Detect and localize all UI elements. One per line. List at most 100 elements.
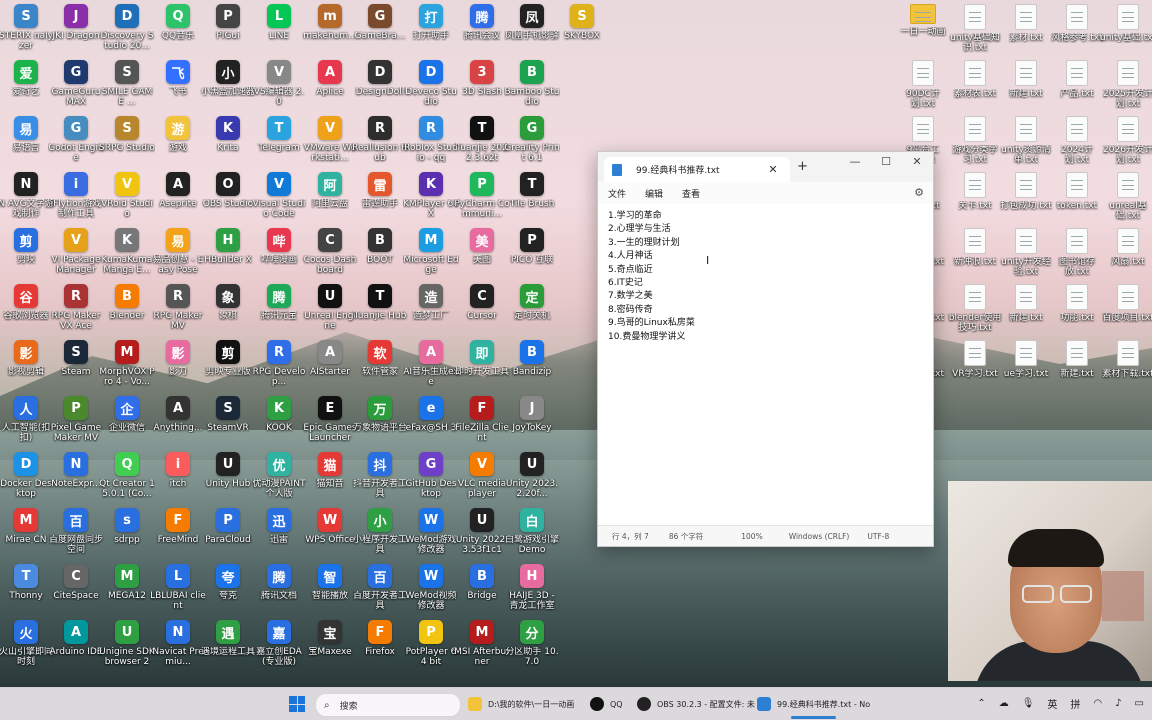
desktop-icon[interactable]: V VRoid Studio <box>99 172 155 219</box>
start-windows-icon[interactable] <box>289 696 305 712</box>
desktop-icon[interactable]: i iFlytion游戏制作工具 <box>48 172 104 219</box>
desktop-icon[interactable]: G GitHub Desktop <box>403 452 459 499</box>
desktop-text-file[interactable]: 2024计划.txt <box>1049 116 1105 165</box>
desktop-icon[interactable]: D Deveco Studio <box>403 60 459 107</box>
taskbar-item-explorer[interactable]: D:\我的软件\一日一动画 <box>468 693 574 715</box>
desktop-icon[interactable]: 造造梦工厂 <box>403 284 459 321</box>
menu-view[interactable]: 查看 <box>682 187 700 200</box>
desktop-icon[interactable]: 夸夸克 <box>200 564 256 601</box>
desktop-text-file[interactable]: 产品.txt <box>1049 60 1105 99</box>
desktop-icon[interactable]: 企企业微信 <box>99 396 155 433</box>
desktop-icon[interactable]: 优优动漫PAINT 个人版 <box>251 452 307 499</box>
desktop-icon[interactable]: 定定时关机 <box>504 284 560 321</box>
desktop-icon[interactable]: E Epic Games Launcher <box>302 396 358 443</box>
desktop-icon[interactable]: D Discovery Studio 20... <box>99 4 155 51</box>
desktop-icon[interactable]: F FreeMind <box>150 508 206 545</box>
notepad-text-area[interactable]: 1.学习的革命 2.心理学与生活 3.一生的理财计划 4.人月神话 5.奇点临近… <box>608 210 695 344</box>
tray-chevron-icon[interactable]: ⌃ <box>977 698 985 709</box>
desktop-icon[interactable]: T Tile Brush <box>504 172 560 209</box>
desktop-text-file[interactable]: 新建.txt <box>998 284 1054 323</box>
desktop-icon[interactable]: 凤凤凰手机影驿 <box>504 4 560 41</box>
desktop-icon[interactable]: M MorphVOX Pro 4 - Vo... <box>99 340 155 387</box>
battery-icon[interactable]: ▭ <box>1135 698 1144 709</box>
desktop-icon[interactable]: 腾腾讯会议 <box>454 4 510 41</box>
desktop-icon[interactable]: 猫猫知音 <box>302 452 358 489</box>
desktop-icon[interactable]: V VMware Workstati... <box>302 116 358 163</box>
desktop-text-file[interactable]: 打包成功.txt <box>998 172 1054 211</box>
desktop-icon[interactable]: 迅迅雷 <box>251 508 307 545</box>
desktop-icon[interactable]: 百百度网盘同步空间 <box>48 508 104 555</box>
desktop-icon[interactable]: s sdrpp <box>99 508 155 545</box>
desktop-icon[interactable]: F FileZilla Client <box>454 396 510 443</box>
volume-icon[interactable]: ♪ <box>1115 698 1121 709</box>
desktop-icon[interactable]: S SKYBOX <box>554 4 610 41</box>
desktop-text-file[interactable]: 百度项目.txt <box>1100 284 1152 323</box>
desktop-text-file[interactable]: 新建.txt <box>1049 340 1105 379</box>
desktop-icon[interactable]: B Bridge <box>454 564 510 601</box>
desktop-icon[interactable]: H HAIJE 3D - 青龙工作室 <box>504 564 560 611</box>
desktop-icon[interactable]: 白白鹭游戏引擎 Demo <box>504 508 560 555</box>
desktop-text-file[interactable]: 风格参考.txt <box>1049 4 1105 43</box>
desktop-icon[interactable]: C Cocos Dashboard <box>302 228 358 275</box>
desktop-icon[interactable]: K KOOK <box>251 396 307 433</box>
desktop-icon[interactable]: 嘉嘉立创EDA(专业版) <box>251 620 307 667</box>
desktop-icon[interactable]: K Krita <box>200 116 256 153</box>
desktop-icon[interactable]: S STERIX nalyzer <box>0 4 54 51</box>
desktop-icon[interactable]: W WeMod视频修改器 <box>403 564 459 611</box>
desktop-icon[interactable]: S SMILE GAME ... <box>99 60 155 107</box>
desktop-icon[interactable]: 影影刀 <box>150 340 206 377</box>
notepad-titlebar[interactable]: 99.经典科书推荐.txt ✕ + — ☐ ✕ <box>598 152 933 182</box>
desktop-icon[interactable]: S SteamVR <box>200 396 256 433</box>
notepad-window[interactable]: 99.经典科书推荐.txt ✕ + — ☐ ✕ 文件 编辑 查看 ⚙ 1.学习的… <box>597 151 934 547</box>
desktop-icon[interactable]: 软软件管家 <box>352 340 408 377</box>
desktop-icon[interactable]: A AI音乐生成exe <box>403 340 459 387</box>
close-window-icon[interactable]: ✕ <box>902 155 932 168</box>
desktop-icon[interactable]: N N AVG文字游戏制作 <box>0 172 54 219</box>
desktop-folder[interactable]: 一日一动画 <box>895 4 951 37</box>
desktop-icon[interactable]: R Roblox Studio - qq <box>403 116 459 163</box>
desktop-icon[interactable]: U Unity Hub <box>200 452 256 489</box>
desktop-icon[interactable]: Q QQ音乐 <box>150 4 206 41</box>
desktop-icon[interactable]: J JKI Dragon <box>48 4 104 41</box>
desktop-icon[interactable]: 3 3D Slash <box>454 60 510 97</box>
desktop-text-file[interactable]: 关卡.txt <box>947 172 1003 211</box>
wifi-icon[interactable]: ◠ <box>1093 698 1102 709</box>
desktop-icon[interactable]: G Greality Print 6.1 <box>504 116 560 163</box>
desktop-icon[interactable]: P Pixel Game Maker MV <box>48 396 104 443</box>
tray-lang[interactable]: 英 <box>1047 696 1057 711</box>
desktop-icon[interactable]: U Unity 2022.3.53f1c1 <box>454 508 510 555</box>
tray-mic-icon[interactable]: 🎙 <box>1022 698 1035 709</box>
desktop-icon[interactable]: O OBS Studio <box>200 172 256 209</box>
desktop-icon[interactable]: Q Qt Creator 15.0.1 (Co... <box>99 452 155 499</box>
desktop-icon[interactable]: G GameBra... <box>352 4 408 41</box>
desktop-icon[interactable]: T Thonny <box>0 564 54 601</box>
desktop-icon[interactable]: A Aplice <box>302 60 358 97</box>
desktop-icon[interactable]: T Tuanjie Hub <box>352 284 408 321</box>
desktop-icon[interactable]: C CiteSpace <box>48 564 104 601</box>
desktop-icon[interactable]: 美美图 <box>454 228 510 265</box>
desktop-icon[interactable]: i itch <box>150 452 206 489</box>
taskbar-item-qq[interactable]: QQ <box>590 693 623 715</box>
desktop-icon[interactable]: 哔哔哩漫画 <box>251 228 307 265</box>
desktop-icon[interactable]: B Bandizip <box>504 340 560 377</box>
desktop-icon[interactable]: U Unreal Engine <box>302 284 358 331</box>
desktop-icon[interactable]: 剪剪映专业版 <box>200 340 256 377</box>
desktop-icon[interactable]: 人人工智能(扣扣) <box>0 396 54 443</box>
desktop-icon[interactable]: V VS编辑器 2.0 <box>251 60 307 107</box>
desktop-icon[interactable]: M MSI Afterburner <box>454 620 510 667</box>
desktop-icon[interactable]: G GameGuru MAX <box>48 60 104 107</box>
desktop-icon[interactable]: 打打开助手 <box>403 4 459 41</box>
desktop-icon[interactable]: R RPG Develop... <box>251 340 307 387</box>
desktop-icon[interactable]: P PotPlayer 64 bit <box>403 620 459 667</box>
desktop-icon[interactable]: 腾腾讯文档 <box>251 564 307 601</box>
desktop-icon[interactable]: A Aseprite <box>150 172 206 209</box>
desktop-icon[interactable]: J JoyToKey <box>504 396 560 433</box>
desktop-text-file[interactable]: ue学习.txt <box>998 340 1054 379</box>
desktop-icon[interactable]: 遇遇境运程工具 <box>200 620 256 657</box>
desktop-icon[interactable]: U Unity 2023.2.20f... <box>504 452 560 499</box>
desktop-text-file[interactable]: unity开发经验.txt <box>998 228 1054 277</box>
desktop-icon[interactable]: 万万象物语平台 <box>352 396 408 433</box>
desktop-icon[interactable]: 小小程序开发工具 <box>352 508 408 555</box>
desktop-icon[interactable]: 宝宝Maxexe <box>302 620 358 657</box>
taskbar-item-notepad[interactable]: 99.经典科书推荐.txt - No <box>757 693 870 719</box>
